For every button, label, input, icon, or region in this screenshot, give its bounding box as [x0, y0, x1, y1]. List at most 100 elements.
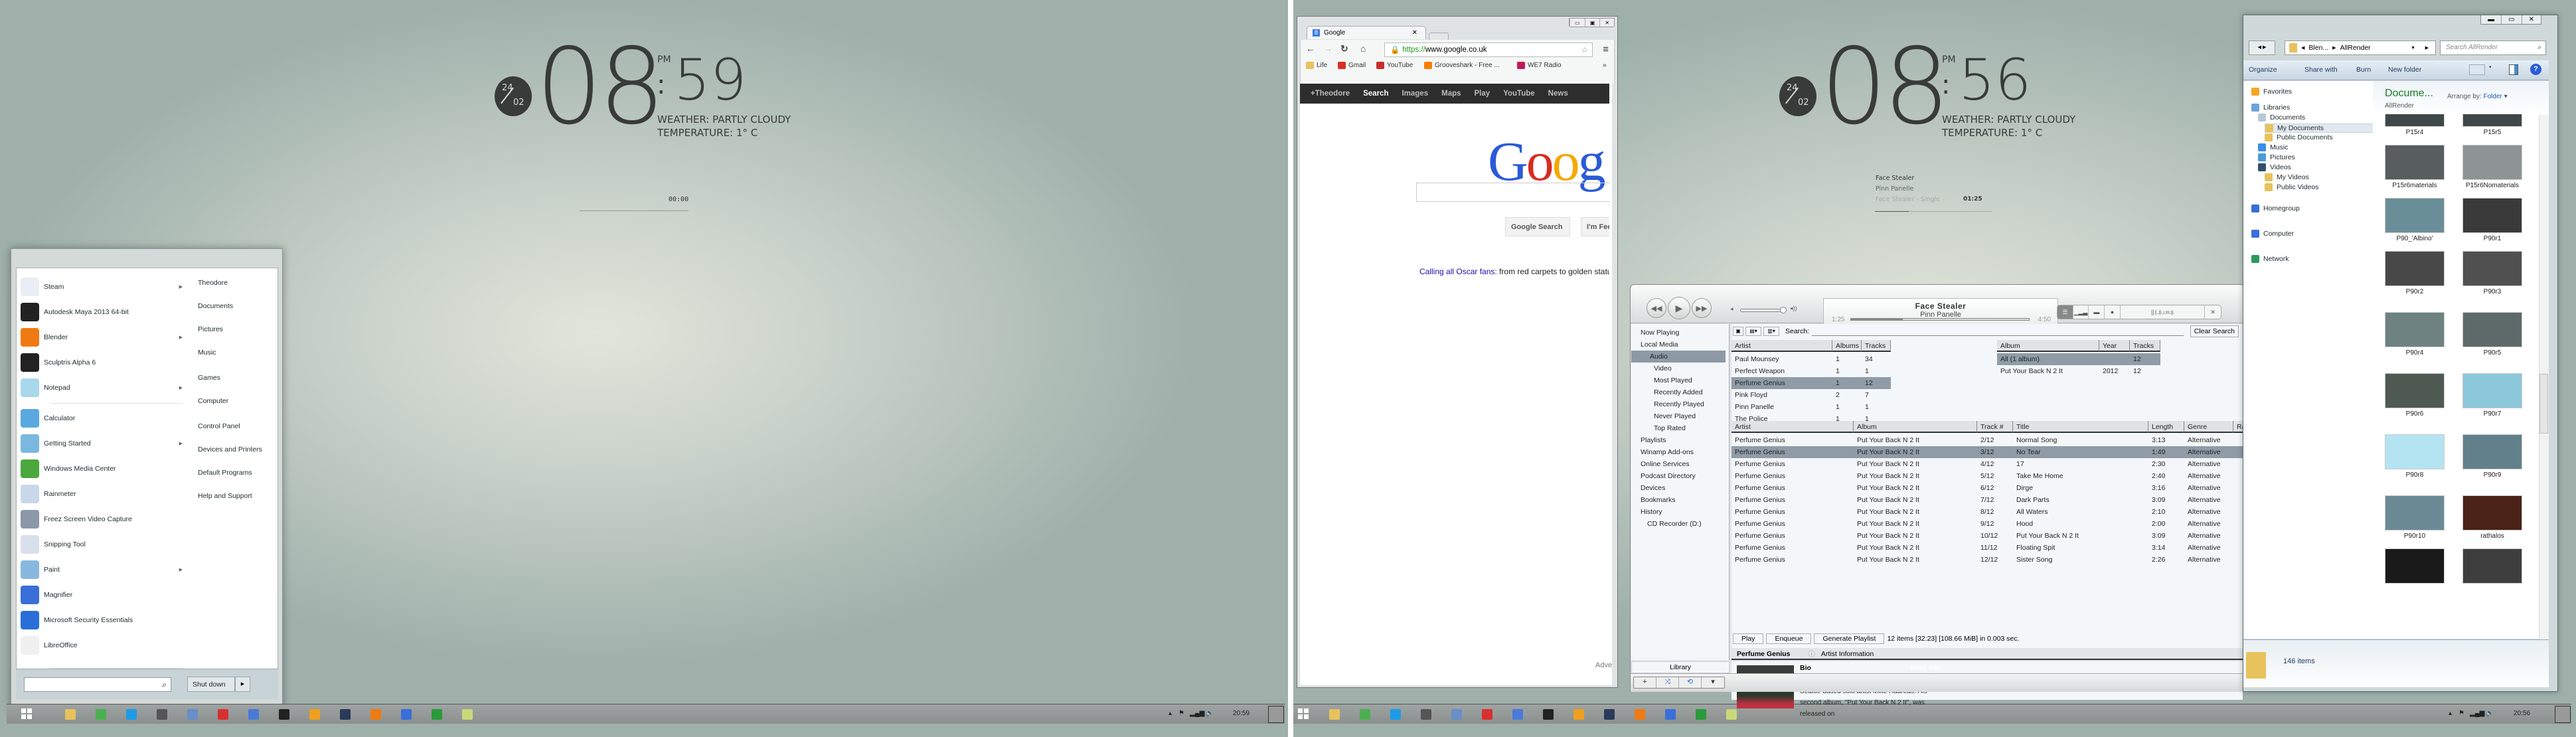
- start-place-item[interactable]: Games: [198, 374, 220, 382]
- paint-app-icon[interactable]: [1451, 709, 1462, 720]
- bookmark-item[interactable]: Life: [1306, 62, 1327, 69]
- table-row[interactable]: Pink Floyd 2 7: [1731, 389, 1891, 401]
- chrome-icon[interactable]: [1360, 709, 1370, 720]
- command-button[interactable]: Share with: [2304, 66, 2338, 74]
- start-program-item[interactable]: Steam ▶: [21, 275, 187, 299]
- nav-item[interactable]: Computer: [2251, 230, 2294, 238]
- next-button[interactable]: ▶▶: [1692, 298, 1712, 318]
- maximize-button[interactable]: ▣: [1584, 19, 1600, 27]
- file-thumbnail[interactable]: P90r5: [2462, 312, 2522, 357]
- nav-item[interactable]: Libraries: [2251, 104, 2290, 112]
- paint-app-icon[interactable]: [187, 709, 198, 720]
- collapse-icon[interactable]: ✕: [2205, 305, 2221, 319]
- nav-item[interactable]: Videos: [2258, 163, 2291, 171]
- library-tree-item[interactable]: Winamp Add-ons: [1635, 446, 1730, 458]
- bookmarks-overflow[interactable]: »: [1603, 62, 1607, 69]
- taskbar-clock[interactable]: 20:56: [2514, 710, 2530, 717]
- start-button-2[interactable]: [1298, 708, 1309, 720]
- preview-pane-icon[interactable]: [2509, 64, 2518, 75]
- volume-slider[interactable]: [1740, 307, 1787, 313]
- folder-icon[interactable]: [462, 709, 473, 720]
- library-tree-item[interactable]: Video: [1635, 363, 1730, 374]
- writer-icon[interactable]: [401, 709, 412, 720]
- gbar-link[interactable]: Maps: [1441, 90, 1461, 98]
- menu-icon[interactable]: ≡: [1603, 44, 1609, 55]
- bookmark-item[interactable]: Gmail: [1338, 62, 1366, 69]
- gbar-link[interactable]: Play: [1475, 90, 1490, 98]
- reload-icon[interactable]: ↻: [1340, 43, 1348, 54]
- file-thumbnail[interactable]: P90r7: [2462, 373, 2522, 418]
- library-tree-item[interactable]: History: [1635, 506, 1730, 518]
- table-row[interactable]: Put Your Back N 2 It 2012 12: [1997, 365, 2160, 377]
- library-action-button[interactable]: Enqueue: [1766, 633, 1812, 644]
- file-thumbnail[interactable]: P15r6materials: [2385, 145, 2445, 189]
- gimp-icon[interactable]: [157, 709, 167, 720]
- column-header[interactable]: Tracks: [1862, 340, 1891, 352]
- plugin-icon[interactable]: ●: [2105, 305, 2121, 319]
- nav-item[interactable]: My Documents: [2265, 123, 2377, 133]
- nav-item[interactable]: Homegroup: [2251, 205, 2300, 212]
- column-header[interactable]: Album: [1854, 421, 1977, 433]
- chrome-icon[interactable]: [96, 709, 106, 720]
- explorer-icon[interactable]: [1329, 709, 1340, 720]
- nav-item[interactable]: Favorites: [2251, 88, 2292, 96]
- library-tree-item[interactable]: Online Services: [1635, 458, 1730, 470]
- shutdown-button[interactable]: Shut down: [187, 677, 235, 692]
- command-button[interactable]: Organize: [2249, 66, 2277, 74]
- album-art-toggle-icon[interactable]: ▣: [1733, 327, 1743, 336]
- library-tree-item[interactable]: Bookmarks: [1635, 494, 1730, 506]
- nav-item[interactable]: Music: [2258, 143, 2288, 151]
- start-place-item[interactable]: Music: [198, 349, 216, 357]
- table-row[interactable]: Pinn Panelle 1 1: [1731, 401, 1891, 413]
- column-header[interactable]: Artist: [1731, 340, 1832, 352]
- gimp-icon[interactable]: [1421, 709, 1431, 720]
- google-search-input[interactable]: [1416, 183, 1610, 202]
- column-header[interactable]: Artist: [1731, 421, 1854, 433]
- column-header[interactable]: Genre: [2184, 421, 2233, 433]
- list-view-icon[interactable]: ☰: [2057, 305, 2073, 319]
- start-place-item[interactable]: Computer: [198, 397, 228, 405]
- start-place-item[interactable]: Theodore: [198, 279, 228, 287]
- library-tree-item[interactable]: Audio: [1631, 351, 1726, 363]
- home-icon[interactable]: ⌂: [1360, 43, 1366, 54]
- shuffle-icon[interactable]: ⤨: [1656, 677, 1679, 688]
- library-tree-item[interactable]: Never Played: [1635, 410, 1730, 422]
- library-tree-item[interactable]: Podcast Directory: [1635, 470, 1730, 482]
- table-row[interactable]: Perfect Weapon 1 1: [1731, 365, 1891, 377]
- artist-information-tab[interactable]: Artist Information: [1821, 650, 1874, 658]
- clear-search-button[interactable]: Clear Search: [2190, 325, 2239, 337]
- feeling-lucky-button[interactable]: I'm Feeling Lucky: [1581, 217, 1609, 236]
- gbar-link[interactable]: +Theodore: [1311, 90, 1350, 98]
- start-program-item[interactable]: Calculator: [21, 406, 187, 430]
- explorer-icon[interactable]: [65, 709, 76, 720]
- file-thumbnail[interactable]: [2385, 548, 2445, 586]
- help-icon[interactable]: ?: [2530, 64, 2541, 75]
- bookmark-item[interactable]: Grooveshark - Free ...: [1424, 62, 1500, 69]
- start-program-item[interactable]: Microsoft Security Essentials: [21, 608, 187, 632]
- start-place-item[interactable]: Devices and Printers: [198, 446, 262, 453]
- file-thumbnail[interactable]: P15r4: [2385, 114, 2445, 136]
- command-button[interactable]: New folder: [2388, 66, 2421, 74]
- calc-icon[interactable]: [1696, 709, 1706, 720]
- writer-icon[interactable]: [1665, 709, 1676, 720]
- start-place-item[interactable]: Help and Support: [198, 492, 252, 500]
- file-thumbnail[interactable]: [2462, 548, 2522, 586]
- action-center-icon[interactable]: ⚑: [1178, 710, 1184, 717]
- column-header[interactable]: Album: [1997, 340, 2099, 352]
- vlc-icon[interactable]: [1635, 709, 1645, 720]
- start-program-item[interactable]: Getting Started ▶: [21, 432, 187, 455]
- close-tab-icon[interactable]: ✕: [1412, 29, 1417, 37]
- gbar-link[interactable]: YouTube: [1503, 90, 1534, 98]
- file-thumbnail[interactable]: P90r6: [2385, 373, 2445, 418]
- close-button[interactable]: ✕: [2521, 15, 2541, 24]
- start-button[interactable]: [21, 708, 33, 720]
- action-center-icon[interactable]: ⚑: [2458, 710, 2464, 717]
- scrollbar-thumb[interactable]: [2539, 374, 2548, 434]
- start-place-item[interactable]: Control Panel: [198, 422, 240, 430]
- library-tree-item[interactable]: Local Media: [1635, 339, 1730, 351]
- back-icon[interactable]: ←: [1306, 43, 1315, 54]
- start-program-item[interactable]: Magnifier: [21, 583, 187, 607]
- show-desktop-button[interactable]: [1268, 706, 1284, 723]
- start-program-item[interactable]: Notepad ▶: [21, 376, 187, 400]
- column-header[interactable]: Tracks: [2130, 340, 2160, 352]
